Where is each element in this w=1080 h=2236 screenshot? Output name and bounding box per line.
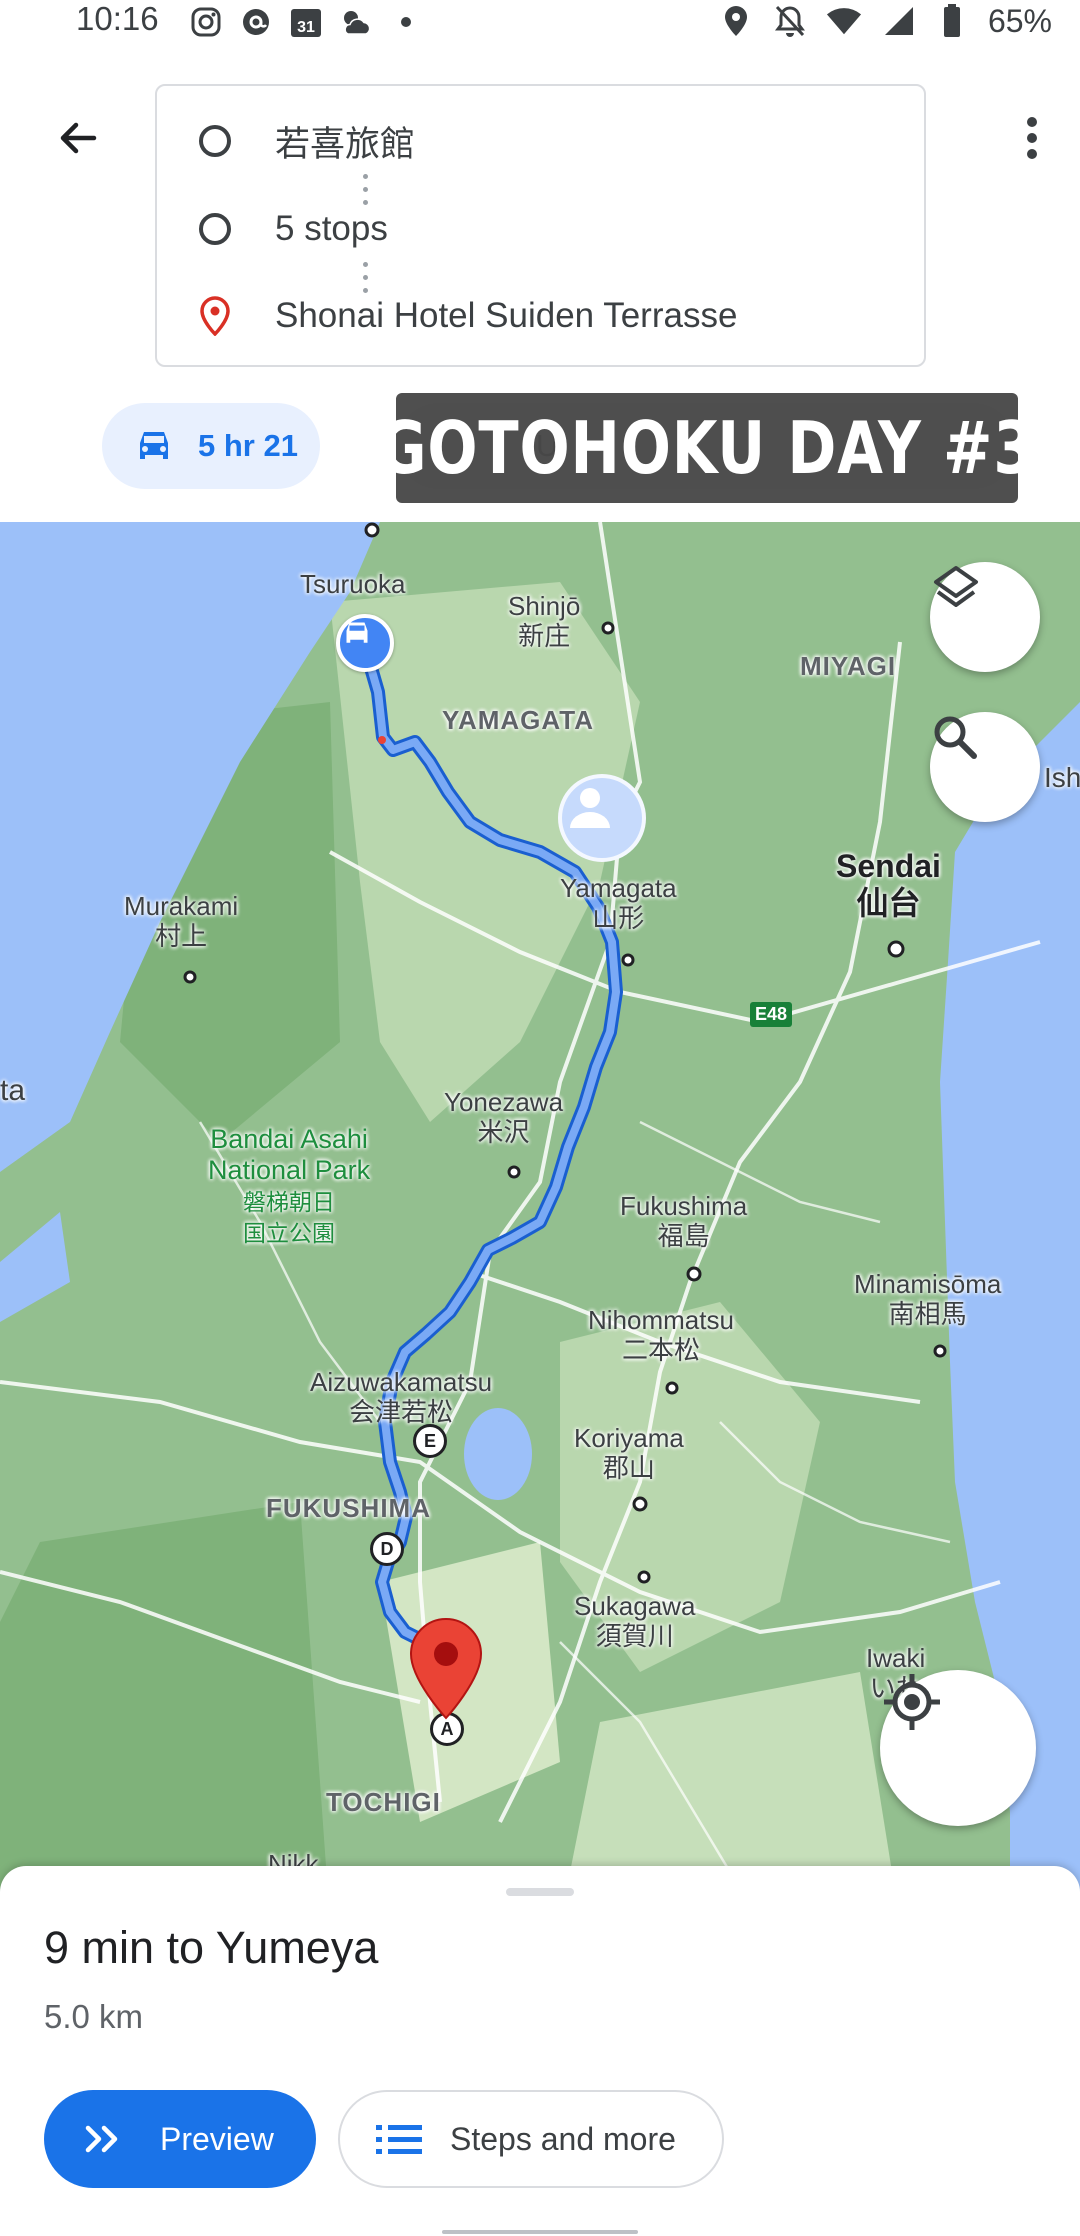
drive-mode-chip[interactable]: 5 hr 21 bbox=[102, 403, 320, 489]
stops-row[interactable]: 5 stops bbox=[187, 199, 388, 259]
instagram-icon bbox=[188, 5, 224, 39]
my-location-button[interactable] bbox=[880, 1670, 1036, 1826]
battery-percent: 65% bbox=[987, 2, 1052, 39]
signal-icon bbox=[880, 4, 916, 38]
destination-row[interactable]: Shonai Hotel Suiden Terrasse bbox=[187, 286, 737, 346]
directions-bottom-sheet[interactable]: 9 min to Yumeya 5.0 km Preview Steps and… bbox=[0, 1866, 1080, 2236]
map-label-yamagata-pref: YAMAGATA bbox=[442, 705, 594, 735]
map-label-murakami: Murakami 村上 bbox=[124, 891, 239, 951]
dot-icon bbox=[388, 5, 424, 39]
map-pin-icon bbox=[409, 1617, 483, 1720]
steps-and-more-button[interactable]: Steps and more bbox=[338, 2090, 724, 2188]
map-label-minamisoma: Minamisōma 南相馬 bbox=[854, 1269, 1002, 1329]
calendar-icon: 31 bbox=[288, 5, 324, 39]
drive-time: 5 hr 21 bbox=[198, 428, 298, 463]
map-label-national-park: Bandai Asahi National Park 磐梯朝日 国立公園 bbox=[208, 1124, 371, 1247]
map-label-yamagata: Yamagata 山形 bbox=[560, 873, 677, 933]
destination-pin-icon bbox=[187, 296, 243, 336]
system-icons: 65% bbox=[718, 0, 1052, 42]
battery-icon bbox=[934, 4, 970, 38]
map-label-nihommatsu: Nihommatsu 二本松 bbox=[588, 1305, 734, 1365]
map-view[interactable]: Tsuruoka Shinjō 新庄 MIYAGI YAMAGATA Sendai… bbox=[0, 522, 1080, 1922]
highway-shield: E48 bbox=[750, 1002, 793, 1027]
more-vert-icon bbox=[1027, 117, 1037, 159]
distance-text: 5.0 km bbox=[44, 1998, 144, 2035]
preview-button[interactable]: Preview bbox=[44, 2090, 316, 2188]
origin-circle-icon bbox=[187, 124, 243, 158]
stops-circle-icon bbox=[187, 212, 243, 246]
eta-title: 9 min to Yumeya bbox=[44, 1922, 379, 1973]
wifi-icon bbox=[826, 4, 862, 38]
map-label-shinjo: Shinjō 新庄 bbox=[508, 591, 581, 651]
map-label-sukagawa: Sukagawa 須賀川 bbox=[574, 1591, 696, 1651]
car-icon bbox=[346, 622, 368, 643]
map-label-tochigi: TOCHIGI bbox=[326, 1787, 441, 1817]
destination-pin-marker[interactable] bbox=[408, 1617, 484, 1721]
stop-marker-e[interactable]: E bbox=[413, 1424, 447, 1458]
arrow-back-icon bbox=[60, 122, 97, 154]
sheet-drag-handle[interactable] bbox=[506, 1888, 574, 1896]
more-options-button[interactable] bbox=[1002, 100, 1062, 176]
gesture-nav-bar[interactable] bbox=[442, 2230, 638, 2234]
stops-label: 5 stops bbox=[275, 209, 388, 248]
map-label-fukushima: Fukushima 福島 bbox=[620, 1191, 748, 1251]
list-icon bbox=[376, 2125, 422, 2154]
back-button[interactable] bbox=[40, 100, 116, 176]
steps-label: Steps and more bbox=[450, 2120, 676, 2157]
map-label-edge-west: ta bbox=[0, 1074, 26, 1107]
layers-icon bbox=[934, 566, 978, 607]
map-label-miyagi: MIYAGI bbox=[800, 651, 897, 681]
map-label-fukushima-pref: FUKUSHIMA bbox=[266, 1493, 431, 1523]
story-text-sticker: GOTOHOKU DAY #3 bbox=[378, 393, 1035, 503]
location-icon bbox=[718, 4, 754, 38]
user-avatar-marker[interactable] bbox=[558, 774, 646, 862]
my-location-icon bbox=[884, 1674, 940, 1730]
weather-icon bbox=[338, 5, 374, 39]
search-icon bbox=[934, 716, 977, 759]
search-along-route-button[interactable] bbox=[930, 712, 1040, 822]
map-label-tsuruoka: Tsuruoka bbox=[300, 569, 406, 599]
layers-button[interactable] bbox=[930, 562, 1040, 672]
origin-label: 若喜旅館 bbox=[275, 124, 416, 164]
origin-row[interactable]: 若喜旅館 bbox=[187, 111, 415, 171]
route-stops-panel: 若喜旅館 5 stops Shonai Hotel Suiden Terrass… bbox=[155, 84, 926, 367]
calendar-day: 31 bbox=[297, 19, 315, 36]
map-label-sendai: Sendai 仙台 bbox=[836, 848, 941, 921]
map-label-aizuwakamatsu: Aizuwakamatsu 会津若松 bbox=[310, 1367, 493, 1427]
map-label-koriyama: Koriyama 郡山 bbox=[574, 1423, 684, 1483]
preview-label: Preview bbox=[160, 2120, 274, 2157]
threads-icon bbox=[238, 5, 274, 39]
start-car-marker[interactable] bbox=[336, 614, 394, 672]
story-sticker-text: GOTOHOKU DAY #3 bbox=[378, 406, 1036, 490]
stop-marker-d[interactable]: D bbox=[370, 1532, 404, 1566]
person-icon bbox=[570, 788, 610, 828]
bell-off-icon bbox=[772, 4, 808, 38]
notification-icons: 31 bbox=[188, 4, 424, 40]
double-chevron-icon bbox=[85, 2125, 118, 2153]
map-label-yonezawa: Yonezawa 米沢 bbox=[444, 1087, 564, 1147]
status-time: 10:16 bbox=[76, 0, 159, 37]
status-bar: 10:16 31 65% bbox=[0, 0, 1080, 48]
map-label-edge-east: Ish bbox=[1044, 762, 1080, 793]
destination-label: Shonai Hotel Suiden Terrasse bbox=[275, 296, 738, 335]
car-icon bbox=[140, 432, 168, 459]
